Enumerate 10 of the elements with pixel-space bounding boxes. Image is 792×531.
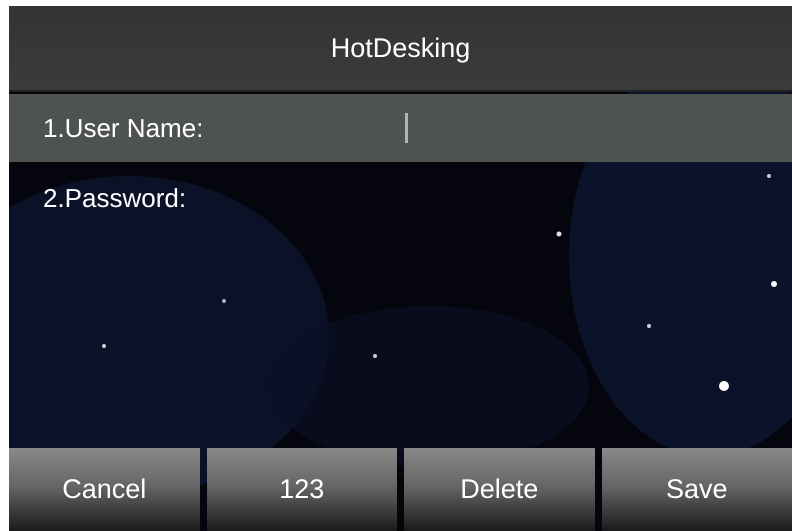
field-label: 1.User Name: — [42, 112, 204, 144]
field-row[interactable]: 2.Password: — [9, 164, 792, 232]
softkey-button[interactable]: Delete — [404, 448, 594, 531]
softkey-button[interactable]: Save — [602, 448, 792, 531]
selected-field-row[interactable]: 1.User Name: — [9, 94, 792, 162]
softkey-button[interactable]: 123 — [206, 448, 397, 531]
text-cursor — [405, 113, 408, 143]
softkey-button[interactable]: Cancel — [9, 448, 200, 531]
field-label: 2.Password: — [42, 182, 188, 214]
screen-title: HotDesking — [330, 32, 470, 64]
